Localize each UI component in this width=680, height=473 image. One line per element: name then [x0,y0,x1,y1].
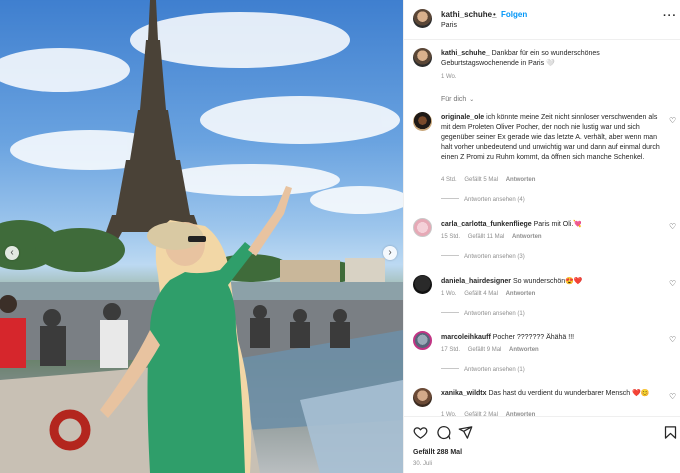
reply-button[interactable]: Antworten [506,291,536,297]
comment-username[interactable]: originale_ole [441,114,484,121]
post-header: kathi_schuhe_ • Folgen Paris ··· [404,0,680,40]
chevron-down-icon: ⌄ [469,97,475,103]
view-replies-button[interactable]: Antworten ansehen (1) [464,367,525,373]
comment-avatar[interactable] [413,275,432,294]
like-comment-heart-icon[interactable]: ♡ [669,116,676,125]
comment-body: marcoleihkauff Pocher ??????? Ähähä !!! [441,333,663,343]
comment-time: 17 Std. [441,347,461,353]
comment-text: ich könnte meine Zeit nicht sinnloser ve… [441,114,660,161]
comment-meta: 1 Wo. Gefällt 4 Mal Antworten [441,291,541,297]
comment-body: xanika_wildtx Das hast du verdient du wu… [441,389,663,399]
comment-meta: 4 Std. Gefällt 5 Mal Antworten [441,177,541,183]
photo-illustration [0,0,403,473]
comment-avatar[interactable] [413,388,432,407]
like-comment-heart-icon[interactable]: ♡ [669,392,676,401]
location-link[interactable]: Paris [441,22,457,29]
comment-text: Paris mit Oli.💘 [533,221,582,228]
comment-username[interactable]: marcoleihkauff [441,334,491,341]
comment-time: 1 Wo. [441,291,457,297]
caption-username[interactable]: kathi_schuhe_ [441,50,490,57]
view-replies-button[interactable]: Antworten ansehen (3) [464,254,525,260]
follow-button[interactable]: Folgen [501,10,527,19]
post-side-panel: kathi_schuhe_ • Folgen Paris ··· kathi_s… [403,0,680,473]
comment-icon[interactable] [436,425,451,440]
comment-likes[interactable]: Gefällt 11 Mal [468,234,505,240]
comment-time: 15 Std. [441,234,461,240]
author-username[interactable]: kathi_schuhe_ [441,10,497,19]
comment-avatar[interactable] [413,112,432,131]
comment-username[interactable]: carla_carlotta_funkenfliege [441,221,532,228]
reply-button[interactable]: Antworten [506,177,536,183]
comment-meta: 15 Std. Gefällt 11 Mal Antworten [441,234,548,240]
reply-button[interactable]: Antworten [512,234,542,240]
comment-likes[interactable]: Gefällt 9 Mal [468,347,502,353]
comment-text: Das hast du verdient du wunderbarer Mens… [488,390,650,397]
post-date: 30. Juli [413,461,433,467]
view-replies-button[interactable]: Antworten ansehen (4) [464,197,525,203]
comment-likes[interactable]: Gefällt 4 Mal [464,291,498,297]
comment-body: daniela_hairdesigner So wunderschön😍❤️ [441,277,663,287]
like-comment-heart-icon[interactable]: ♡ [669,335,676,344]
view-replies-button[interactable]: Antworten ansehen (1) [464,311,525,317]
comment-username[interactable]: xanika_wildtx [441,390,487,397]
like-comment-heart-icon[interactable]: ♡ [669,222,676,231]
comment-username[interactable]: daniela_hairdesigner [441,278,511,285]
likes-count[interactable]: Gefällt 288 Mal [413,449,462,456]
comment-avatar[interactable] [413,218,432,237]
like-comment-heart-icon[interactable]: ♡ [669,279,676,288]
sort-label: Für dich [441,96,467,103]
bookmark-icon[interactable] [663,425,678,440]
caption-avatar[interactable] [413,48,432,67]
separator-dot: • [493,10,496,19]
avatar[interactable] [413,9,432,28]
comment-text: Pocher ??????? Ähähä !!! [492,334,575,341]
post-photo[interactable]: ‹ › [0,0,403,473]
comment-sort-dropdown[interactable]: Für dich ⌄ [441,96,474,103]
comment-avatar[interactable] [413,331,432,350]
comment-body: originale_ole ich könnte meine Zeit nich… [441,113,663,163]
comment-meta: 17 Std. Gefällt 9 Mal Antworten [441,347,545,353]
more-options-icon[interactable]: ··· [663,10,677,22]
heart-icon[interactable] [413,425,428,440]
post-caption: kathi_schuhe_ Dankbar für ein so wunders… [441,49,641,69]
chevron-right-icon[interactable]: › [383,246,397,260]
comment-body: carla_carlotta_funkenfliege Paris mit Ol… [441,220,663,230]
comment-likes[interactable]: Gefällt 5 Mal [464,177,498,183]
share-icon[interactable] [458,425,473,440]
comment-time: 4 Std. [441,177,457,183]
post-action-bar: Gefällt 288 Mal 30. Juli [404,416,680,473]
reply-button[interactable]: Antworten [509,347,539,353]
comment-text: So wunderschön😍❤️ [512,278,583,285]
caption-timestamp: 1 Wo. [441,74,457,80]
chevron-left-icon[interactable]: ‹ [5,246,19,260]
